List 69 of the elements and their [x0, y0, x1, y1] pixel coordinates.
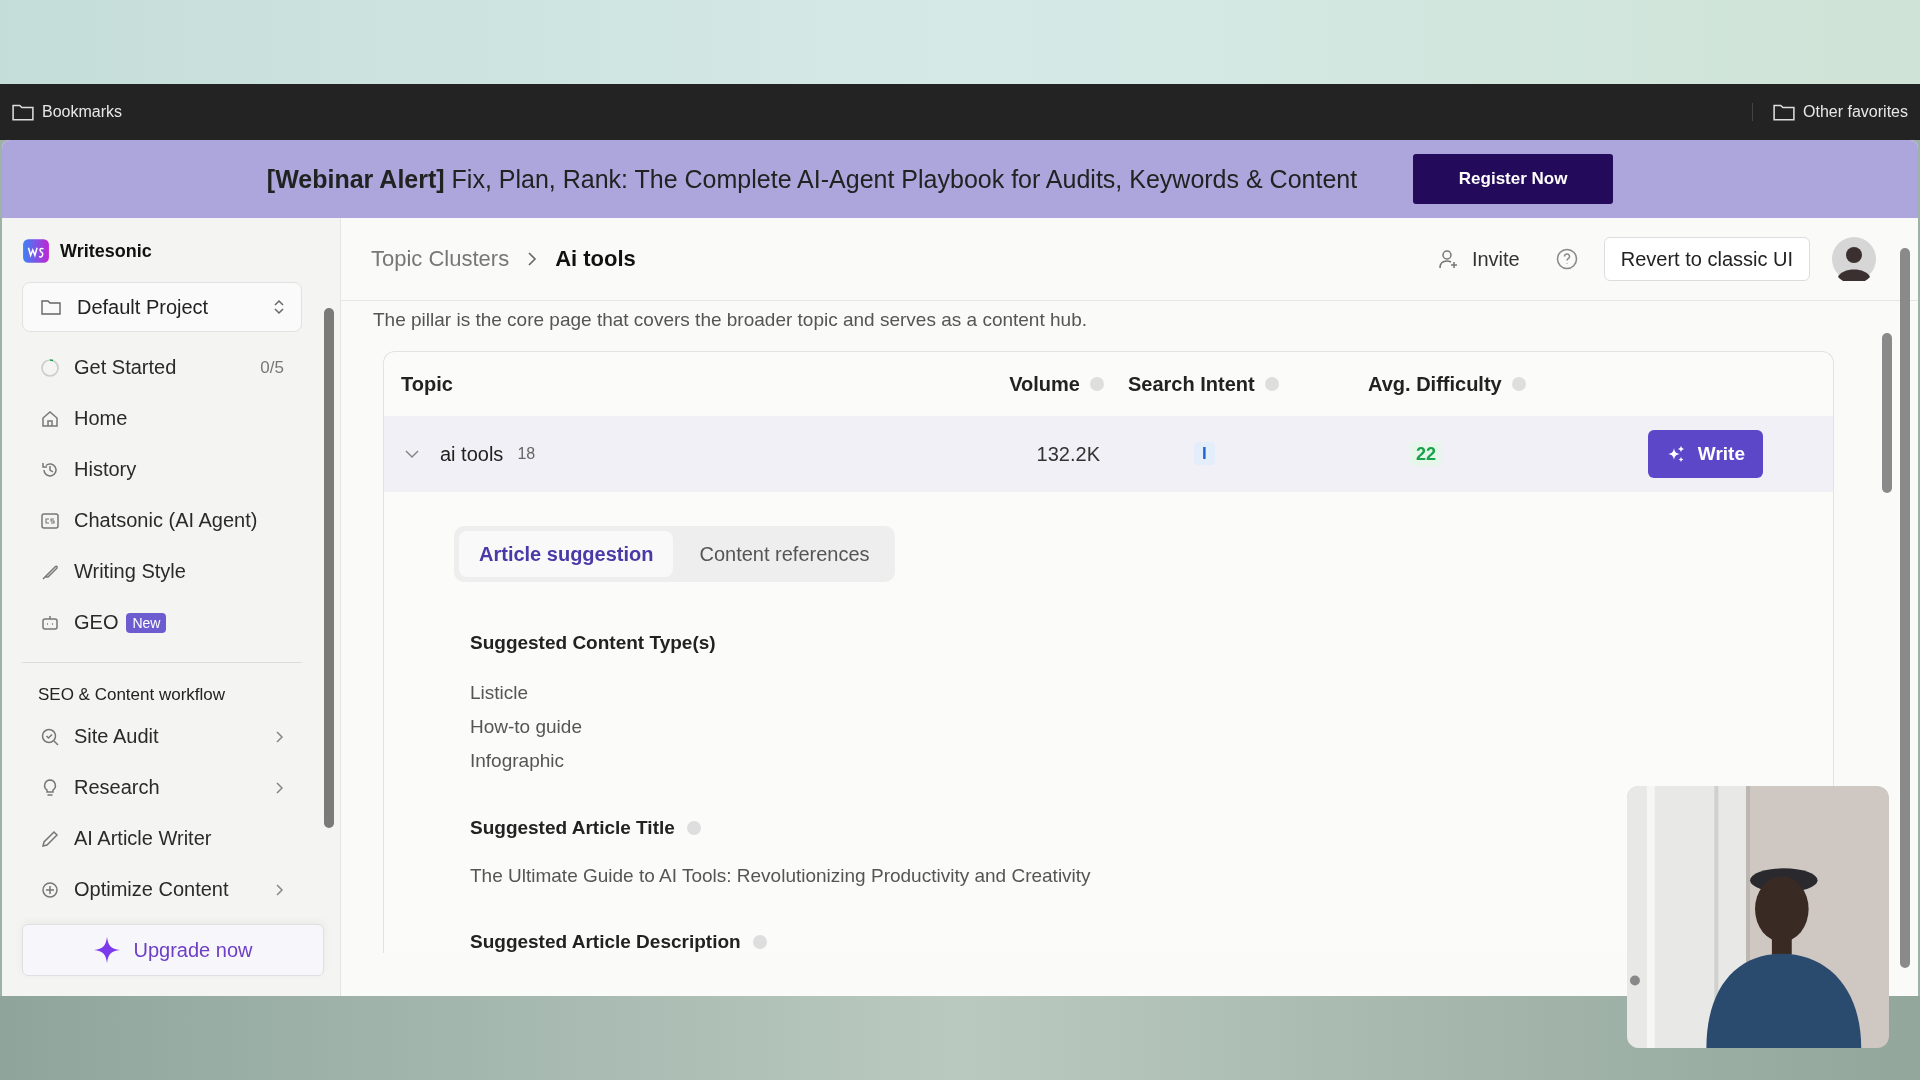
- search-check-icon: [40, 726, 60, 747]
- folder-icon: [1773, 103, 1796, 121]
- progress-ring-icon: [40, 357, 60, 378]
- chevron-icon[interactable]: [404, 449, 420, 459]
- other-favorites-folder[interactable]: Other favorites: [1752, 103, 1908, 121]
- breadcrumb-link[interactable]: Topic Clusters: [371, 246, 510, 272]
- info-icon: [752, 935, 767, 949]
- chevron-right-icon: [274, 881, 284, 898]
- write-button[interactable]: Write: [1647, 430, 1763, 478]
- register-button[interactable]: Register Now: [1413, 154, 1614, 204]
- content-type: Listicle: [470, 681, 530, 705]
- table-row[interactable]: ai tools 18 132.2K I 22 Write: [384, 416, 1833, 492]
- sidebar-item[interactable]: Home: [22, 393, 302, 444]
- section-heading: Suggested Article Description: [470, 931, 741, 953]
- topic-name: ai tools: [440, 442, 504, 466]
- sort-arrows-icon: [273, 298, 285, 316]
- avatar[interactable]: [1832, 237, 1876, 281]
- description-text: The pillar is the core page that covers the broader topic and serves as a content hub.: [373, 309, 1088, 331]
- sidebar-item[interactable]: GEO New: [22, 597, 302, 648]
- chevron-right-icon: [527, 250, 538, 268]
- chevron-right-icon: [274, 728, 284, 745]
- sidebar-item[interactable]: Chatsonic (AI Agent): [22, 495, 302, 546]
- sparkle-icon: [93, 937, 120, 963]
- chevron-right-icon: [274, 779, 284, 796]
- article-title: The Ultimate Guide to AI Tools: Revolutionizing Productivity and Creativity: [470, 865, 1092, 887]
- logo-icon: [22, 238, 50, 264]
- sidebar-item[interactable]: History: [22, 444, 302, 495]
- volume-value: 132.2K: [1036, 442, 1100, 465]
- add-user-icon: [1437, 249, 1460, 269]
- banner-text: [Webinar Alert] Fix, Plan, Rank: The Complete AI-Agent Playbook for Audits, Keywords & Content: [266, 164, 1358, 194]
- content-type: How-to guide: [470, 715, 583, 739]
- brand-name: Writesonic: [60, 240, 152, 262]
- sidebar-item[interactable]: Writing Style: [22, 546, 302, 597]
- home-icon: [40, 408, 60, 429]
- chat-icon: [40, 510, 60, 531]
- sidebar-item[interactable]: Site Audit: [22, 711, 302, 762]
- project-selector[interactable]: Default Project: [22, 282, 302, 332]
- breadcrumb-current: Ai tools: [555, 246, 636, 272]
- upgrade-button[interactable]: Upgrade now: [22, 924, 324, 976]
- sidebar-item[interactable]: Research: [22, 762, 302, 813]
- tab[interactable]: Content references: [679, 531, 890, 577]
- new-badge: New: [126, 612, 167, 633]
- revert-button[interactable]: Revert to classic UI: [1603, 237, 1810, 281]
- invite-button[interactable]: Invite: [1431, 246, 1526, 272]
- section-heading: SEO & Content workflow: [37, 685, 227, 705]
- column-header: Avg. Difficulty: [1368, 372, 1526, 396]
- folder-icon: [41, 297, 61, 317]
- column-header: Search Intent: [1128, 372, 1279, 396]
- sidebar-item[interactable]: Optimize Content: [22, 864, 302, 915]
- sidebar-item[interactable]: AI Article Writer: [22, 813, 302, 864]
- bookmarks-folder[interactable]: Bookmarks: [12, 103, 123, 121]
- scrollbar[interactable]: [1900, 248, 1910, 968]
- difficulty-badge: 22: [1410, 441, 1443, 466]
- pencil-icon: [40, 828, 60, 849]
- info-icon: [686, 821, 701, 835]
- content-type: Infographic: [470, 749, 565, 773]
- keyword-count: 18: [517, 445, 536, 463]
- section-heading: Suggested Content Type(s): [470, 632, 716, 654]
- tab[interactable]: Article suggestion: [459, 531, 674, 577]
- folder-icon: [12, 103, 34, 121]
- sidebar-item[interactable]: Get Started 0/5: [22, 342, 302, 393]
- help-icon[interactable]: [1555, 248, 1578, 270]
- scrollbar[interactable]: [324, 308, 334, 828]
- progress-count: 0/5: [260, 357, 284, 378]
- scrollbar[interactable]: [1882, 333, 1892, 493]
- section-heading: Suggested Article Title: [470, 817, 675, 839]
- column-header: Volume: [1009, 372, 1104, 396]
- column-header: Topic: [401, 372, 453, 396]
- intent-badge: I: [1194, 442, 1215, 465]
